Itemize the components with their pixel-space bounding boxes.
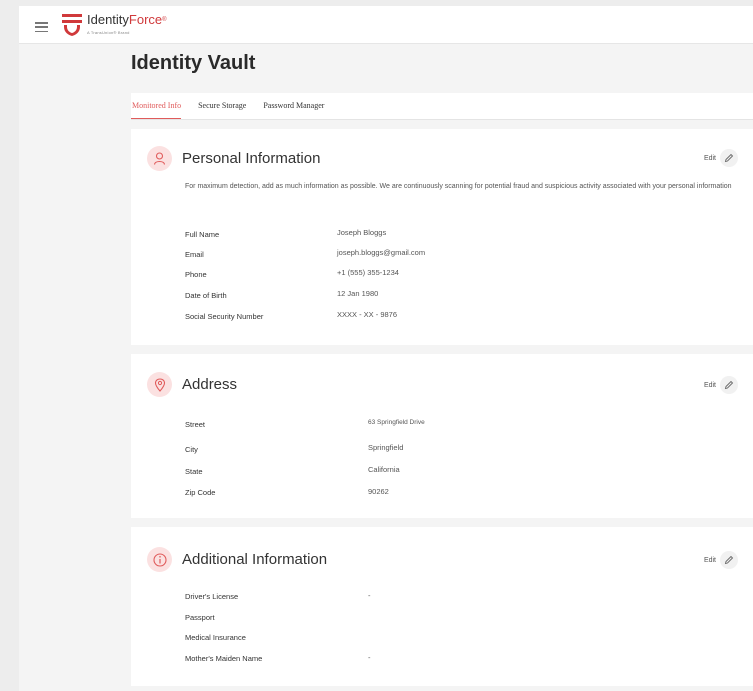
field-value: -: [368, 591, 371, 600]
address-card: Address Edit Street 63 Springfield Drive…: [131, 354, 753, 518]
hamburger-menu-icon[interactable]: [35, 22, 48, 32]
field-value: joseph.bloggs@gmail.com: [337, 248, 426, 257]
field-value: +1 (555) 355-1234: [337, 268, 399, 277]
field-label: Email: [185, 250, 204, 259]
edit-additional-button[interactable]: Edit: [704, 551, 738, 569]
additional-information-card: Additional Information Edit Driver's Lic…: [131, 527, 753, 686]
brand-tagline: A TransUnion® Brand: [87, 30, 130, 35]
field-value: -: [368, 653, 371, 662]
field-value: 90262: [368, 487, 389, 496]
field-label: Medical Insurance: [185, 633, 246, 642]
address-title: Address: [182, 376, 238, 393]
personal-information-card: Personal Information Edit For maximum de…: [131, 129, 753, 345]
field-value: XXXX - XX - 9876: [337, 310, 398, 319]
field-label: Date of Birth: [185, 291, 227, 300]
field-label: Driver's License: [185, 592, 239, 601]
pencil-icon: [720, 376, 738, 394]
tab-monitored-info[interactable]: Monitored Info: [131, 101, 182, 119]
field-value: 63 Springfield Drive: [368, 419, 425, 426]
field-label: State: [185, 467, 203, 476]
top-bar: IdentityForce® A TransUnion® Brand: [19, 6, 753, 44]
tab-secure-storage[interactable]: Secure Storage: [198, 101, 246, 119]
field-label: Zip Code: [185, 488, 216, 497]
identityforce-logo[interactable]: IdentityForce® A TransUnion® Brand: [61, 13, 167, 37]
field-value: 12 Jan 1980: [337, 289, 379, 298]
field-value: Joseph Bloggs: [337, 228, 387, 237]
tab-password-manager[interactable]: Password Manager: [263, 101, 324, 119]
field-label: City: [185, 445, 198, 454]
edit-personal-button[interactable]: Edit: [704, 149, 738, 167]
field-label: Phone: [185, 270, 207, 279]
additional-information-title: Additional Information: [182, 551, 328, 568]
pencil-icon: [720, 551, 738, 569]
field-label: Full Name: [185, 230, 220, 239]
field-label: Mother's Maiden Name: [185, 654, 263, 663]
personal-information-title: Personal Information: [182, 150, 321, 167]
edit-address-button[interactable]: Edit: [704, 376, 738, 394]
page-title: Identity Vault: [131, 52, 256, 74]
shield-logo-icon: [62, 14, 82, 36]
location-pin-icon: [147, 372, 172, 397]
info-icon: [147, 547, 172, 572]
field-label: Street: [185, 420, 206, 429]
field-value: Springfield: [368, 443, 404, 452]
personal-information-description: For maximum detection, add as much infor…: [185, 183, 732, 190]
field-value: California: [368, 465, 400, 474]
field-label: Social Security Number: [185, 312, 264, 321]
person-icon: [147, 146, 172, 171]
pencil-icon: [720, 149, 738, 167]
tab-bar: Monitored Info Secure Storage Password M…: [131, 93, 753, 120]
field-label: Passport: [185, 613, 215, 622]
brand-name: IdentityForce®: [87, 12, 167, 27]
